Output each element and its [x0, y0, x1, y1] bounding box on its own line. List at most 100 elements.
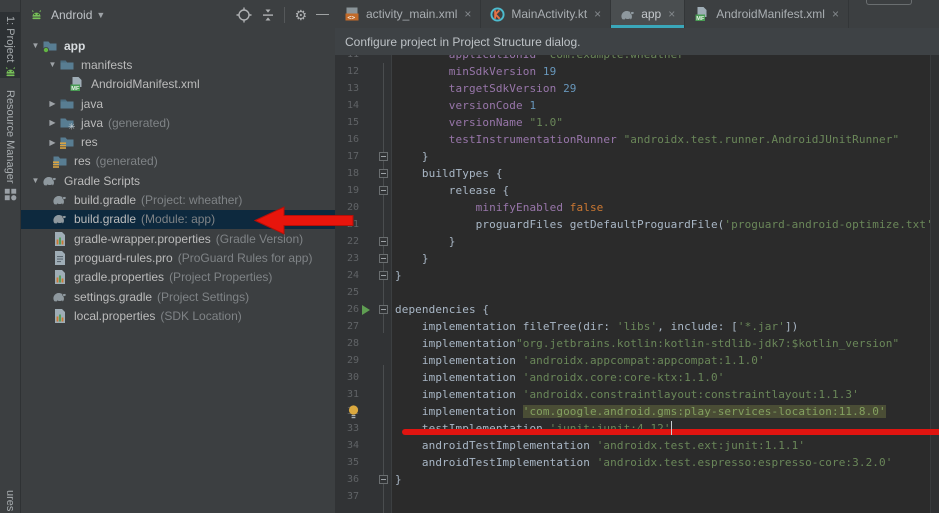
code-line-34[interactable]: androidTestImplementation 'androidx.test…	[395, 437, 805, 454]
code-line-16[interactable]: testInstrumentationRunner "androidx.test…	[395, 131, 899, 148]
line-number: 19	[335, 182, 359, 199]
notification-bar[interactable]: Configure project in Project Structure d…	[335, 28, 939, 56]
code-line-31[interactable]: implementation 'androidx.constraintlayou…	[395, 386, 859, 403]
code-line-17[interactable]: }	[395, 148, 429, 165]
tree-item-label: AndroidManifest.xml	[91, 77, 200, 91]
tree-item-secondary-label: (Project Properties)	[169, 270, 272, 284]
tab-activity-main-xml[interactable]: <>activity_main.xml×	[335, 0, 480, 28]
tree-item-manifests[interactable]: ▼manifests	[21, 55, 335, 74]
editor-scrollbar[interactable]	[930, 55, 939, 513]
code-line-12[interactable]: minSdkVersion 19	[395, 63, 556, 80]
tab-label: activity_main.xml	[366, 7, 457, 21]
line-number: 11	[335, 55, 359, 63]
tree-item-java[interactable]: ▶java	[21, 94, 335, 113]
collapse-arrow-icon[interactable]: ▶	[46, 99, 59, 108]
code-line-28[interactable]: implementation"org.jetbrains.kotlin:kotl…	[395, 335, 899, 352]
code-line-35[interactable]: androidTestImplementation 'androidx.test…	[395, 454, 892, 471]
editor-gutter: 1112131415161718192021222324252627282930…	[335, 55, 392, 513]
code-token: "androidx.test.runner.AndroidJUnitRunner…	[624, 133, 900, 146]
code-editor[interactable]: 1112131415161718192021222324252627282930…	[335, 55, 939, 513]
tab-separator	[848, 0, 849, 28]
tree-item-res-generated[interactable]: res(generated)	[21, 152, 335, 171]
tree-item-local-properties-sdk-location[interactable]: local.properties(SDK Location)	[21, 306, 335, 325]
code-line-24[interactable]: }	[395, 267, 402, 284]
collapse-arrow-icon[interactable]: ▶	[46, 118, 59, 127]
code-token: androidTestImplementation	[395, 456, 597, 469]
code-token: implementation	[395, 371, 523, 384]
code-line-32[interactable]: implementation 'com.google.android.gms:p…	[395, 403, 886, 420]
tree-item-res[interactable]: ▶res	[21, 132, 335, 151]
gradle-icon	[42, 173, 58, 189]
tree-item-gradle-scripts[interactable]: ▼ Gradle Scripts	[21, 171, 335, 190]
tool-button-project[interactable]: 1: Project	[0, 12, 20, 78]
run-icon[interactable]	[362, 305, 370, 315]
code-token: implementation	[395, 388, 523, 401]
tree-item-androidmanifest-xml[interactable]: MF AndroidManifest.xml	[21, 75, 335, 94]
code-line-15[interactable]: versionName "1.0"	[395, 114, 563, 131]
code-line-11[interactable]: applicationId "com.example.wheather"	[395, 55, 691, 63]
line-number: 27	[335, 318, 359, 335]
fold-end-icon[interactable]	[379, 152, 388, 161]
expand-arrow-icon[interactable]: ▼	[29, 176, 42, 185]
manifest-file-icon: MF	[69, 76, 85, 92]
tree-item-secondary-label: (Project Settings)	[157, 290, 249, 304]
code-line-19[interactable]: release {	[395, 182, 509, 199]
code-line-26[interactable]: dependencies {	[395, 301, 489, 318]
code-token: versionName	[395, 116, 529, 129]
tree-item-app[interactable]: ▼app	[21, 36, 335, 55]
tab-androidmanifest-xml[interactable]: MFAndroidManifest.xml×	[685, 0, 848, 28]
code-line-27[interactable]: implementation fileTree(dir: 'libs', inc…	[395, 318, 798, 335]
code-line-30[interactable]: implementation 'androidx.core:core-ktx:1…	[395, 369, 724, 386]
tab-mainactivity-kt[interactable]: MainActivity.kt×	[481, 0, 610, 28]
locate-file-icon[interactable]	[236, 7, 252, 23]
tree-item-label: Gradle Scripts	[64, 174, 140, 188]
close-icon[interactable]: ×	[464, 7, 471, 21]
tree-item-label: build.gradle	[74, 212, 136, 226]
fold-start-icon[interactable]	[379, 305, 388, 314]
android-head-icon	[30, 9, 43, 21]
fold-end-icon[interactable]	[379, 254, 388, 263]
code-line-36[interactable]: }	[395, 471, 402, 488]
fold-end-icon[interactable]	[379, 271, 388, 280]
fold-end-icon[interactable]	[379, 475, 388, 484]
code-line-22[interactable]: }	[395, 233, 456, 250]
fold-start-icon[interactable]	[379, 186, 388, 195]
collapse-arrow-icon[interactable]: ▶	[46, 138, 59, 147]
gear-icon[interactable]: ⚙	[294, 7, 307, 24]
line-number: 34	[335, 437, 359, 454]
expand-arrow-icon[interactable]: ▼	[29, 41, 42, 50]
expand-arrow-icon[interactable]: ▼	[46, 60, 59, 69]
tree-item-label: gradle-wrapper.properties	[74, 232, 211, 246]
chevron-down-icon[interactable]: ▼	[96, 10, 105, 20]
properties-icon	[52, 308, 68, 324]
collapse-all-icon[interactable]	[261, 7, 275, 23]
code-line-14[interactable]: versionCode 1	[395, 97, 536, 114]
tree-item-java-generated[interactable]: ▶✳java(generated)	[21, 113, 335, 132]
tab-app[interactable]: app×	[611, 0, 684, 28]
hide-panel-icon[interactable]: —	[316, 6, 329, 21]
code-token: "1.0"	[529, 116, 563, 129]
tree-item-secondary-label: (SDK Location)	[160, 309, 241, 323]
tool-button-resource-manager[interactable]: Resource Manager	[0, 86, 20, 201]
tree-item-gradle-properties-project-properties[interactable]: gradle.properties(Project Properties)	[21, 268, 335, 287]
code-line-23[interactable]: }	[395, 250, 429, 267]
properties-icon	[52, 269, 68, 285]
fold-start-icon[interactable]	[379, 169, 388, 178]
tree-item-secondary-label: (Module: app)	[141, 212, 215, 226]
fold-end-icon[interactable]	[379, 237, 388, 246]
code-line-20[interactable]: minifyEnabled false	[395, 199, 603, 216]
code-line-29[interactable]: implementation 'androidx.appcompat:appco…	[395, 352, 765, 369]
close-icon[interactable]: ×	[668, 7, 675, 21]
lightbulb-icon[interactable]	[347, 404, 360, 419]
svg-text:MF: MF	[697, 16, 706, 22]
code-pane[interactable]: applicationId "com.example.wheather" min…	[392, 55, 931, 513]
tool-button-partial[interactable]: ures	[0, 486, 20, 513]
project-view-selector[interactable]: Android	[51, 8, 92, 22]
code-line-21[interactable]: proguardFiles getDefaultProguardFile('pr…	[395, 216, 931, 233]
code-line-18[interactable]: buildTypes {	[395, 165, 503, 182]
tree-item-settings-gradle-project-settings[interactable]: settings.gradle(Project Settings)	[21, 287, 335, 306]
close-icon[interactable]: ×	[832, 7, 839, 21]
tree-item-proguard-rules-pro-proguard-rules-for-app[interactable]: proguard-rules.pro(ProGuard Rules for ap…	[21, 248, 335, 267]
code-line-13[interactable]: targetSdkVersion 29	[395, 80, 577, 97]
close-icon[interactable]: ×	[594, 7, 601, 21]
